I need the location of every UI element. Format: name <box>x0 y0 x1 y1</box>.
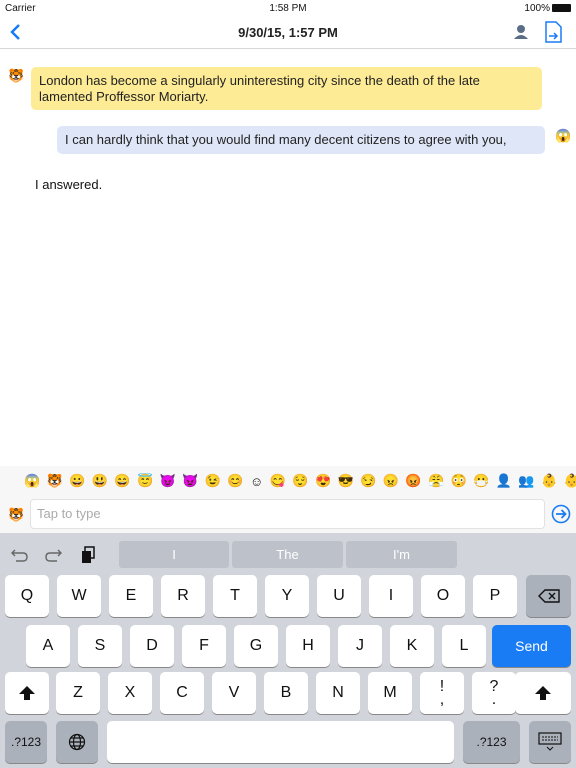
key-v[interactable]: V <box>212 672 256 714</box>
suggestion-1[interactable]: I <box>119 541 229 568</box>
emoji-bar[interactable]: 😱 🐯 😀 😃 😄 😇 😈 👿 😉 😊 ☺ 😋 😌 😍 😎 😏 😠 😡 😤 😳 😷 👤 👥 👶 👶 <box>0 466 576 496</box>
key-a[interactable]: A <box>26 625 70 667</box>
key-y[interactable]: Y <box>265 575 309 617</box>
emoji-item[interactable]: 😱 <box>24 473 40 489</box>
key-u[interactable]: U <box>317 575 361 617</box>
key-s[interactable]: S <box>78 625 122 667</box>
key-w[interactable]: W <box>57 575 101 617</box>
emoji-item[interactable]: 😏 <box>360 473 376 489</box>
key-d[interactable]: D <box>130 625 174 667</box>
message-input[interactable]: Tap to type <box>30 499 545 529</box>
nav-bar: 9/30/15, 1:57 PM <box>0 16 576 49</box>
numbers-key-right[interactable]: .?123 <box>463 721 520 763</box>
message-incoming[interactable]: London has become a singularly uninteres… <box>31 67 542 110</box>
shift-icon <box>19 686 35 700</box>
input-row: 🐯 Tap to type <box>0 496 576 533</box>
emoji-item[interactable]: 👤 <box>496 473 512 489</box>
punct-key[interactable]: ! , <box>420 672 464 714</box>
undo-icon[interactable] <box>10 547 30 563</box>
clock: 1:58 PM <box>269 3 307 14</box>
suggestion-2[interactable]: The <box>232 541 343 568</box>
key-i[interactable]: I <box>369 575 413 617</box>
backspace-key[interactable] <box>526 575 571 617</box>
emoji-item[interactable]: 😉 <box>205 473 221 489</box>
emoji-item[interactable]: 😌 <box>292 473 308 489</box>
send-key[interactable]: Send <box>492 625 571 667</box>
shift-key-right[interactable] <box>515 672 571 714</box>
globe-icon <box>68 733 86 751</box>
emoji-item[interactable]: 👥 <box>518 473 534 489</box>
key-b[interactable]: B <box>264 672 308 714</box>
punct-key[interactable]: ? . <box>472 672 516 714</box>
key-n[interactable]: N <box>316 672 360 714</box>
emoji-item[interactable]: 😈 <box>160 473 176 489</box>
battery-percent: 100% <box>524 3 550 14</box>
emoji-item[interactable]: 😋 <box>270 473 286 489</box>
key-c[interactable]: C <box>160 672 204 714</box>
person-icon[interactable] <box>513 24 529 40</box>
emoji-item[interactable]: 😠 <box>383 473 399 489</box>
key-g[interactable]: G <box>234 625 278 667</box>
emoji-item[interactable]: 😷 <box>473 473 489 489</box>
globe-key[interactable] <box>56 721 98 763</box>
key-o[interactable]: O <box>421 575 465 617</box>
emoji-item[interactable]: 😤 <box>428 473 444 489</box>
key-f[interactable]: F <box>182 625 226 667</box>
keyboard-dismiss-icon <box>538 732 562 751</box>
emoji-item[interactable]: 😊 <box>227 473 243 489</box>
status-bar: Carrier 1:58 PM 100% <box>0 0 576 16</box>
battery-icon <box>552 4 571 12</box>
suggestion-3[interactable]: I'm <box>346 541 457 568</box>
key-l[interactable]: L <box>442 625 486 667</box>
emoji-item[interactable]: 😇 <box>137 473 153 489</box>
key-p[interactable]: P <box>473 575 517 617</box>
sender-avatar: 🐯 <box>8 68 25 83</box>
key-r[interactable]: R <box>161 575 205 617</box>
paste-icon[interactable] <box>80 546 96 564</box>
key-x[interactable]: X <box>108 672 152 714</box>
emoji-item[interactable]: 😳 <box>451 473 467 489</box>
shift-icon <box>535 686 551 700</box>
key-m[interactable]: M <box>368 672 412 714</box>
copy-document-icon[interactable] <box>545 21 562 43</box>
key-q[interactable]: Q <box>5 575 49 617</box>
recipient-avatar: 😱 <box>555 128 572 143</box>
emoji-item[interactable]: 😡 <box>405 473 421 489</box>
emoji-item[interactable]: 😎 <box>338 473 354 489</box>
send-arrow-icon[interactable] <box>551 504 571 524</box>
emoji-item[interactable]: 😃 <box>92 473 108 489</box>
page-title: 9/30/15, 1:57 PM <box>238 25 338 40</box>
space-bar[interactable] <box>107 721 454 763</box>
emoji-item[interactable]: 👿 <box>182 473 198 489</box>
numbers-key-left[interactable]: .?123 <box>5 721 47 763</box>
message-narration[interactable]: I answered. <box>35 177 102 192</box>
input-avatar[interactable]: 🐯 <box>8 507 24 523</box>
emoji-item[interactable]: 😄 <box>114 473 130 489</box>
emoji-item[interactable]: 🐯 <box>47 473 63 489</box>
emoji-item[interactable]: 😍 <box>315 473 331 489</box>
dismiss-keyboard-key[interactable] <box>529 721 571 763</box>
key-k[interactable]: K <box>390 625 434 667</box>
key-z[interactable]: Z <box>56 672 100 714</box>
keyboard: I The I'm Q W E R T Y U I O P A S D F G H J K L Send Z X C V B N M… <box>0 533 576 768</box>
emoji-item[interactable]: ☺ <box>250 474 263 489</box>
emoji-item[interactable]: 😀 <box>69 473 85 489</box>
shift-key-left[interactable] <box>5 672 49 714</box>
redo-icon[interactable] <box>43 547 63 563</box>
emoji-item[interactable]: 👶 <box>564 473 576 489</box>
key-j[interactable]: J <box>338 625 382 667</box>
message-outgoing[interactable]: I can hardly think that you would find m… <box>57 126 545 154</box>
emoji-item[interactable]: 👶 <box>541 473 557 489</box>
backspace-icon <box>537 589 560 603</box>
key-h[interactable]: H <box>286 625 330 667</box>
key-t[interactable]: T <box>213 575 257 617</box>
key-e[interactable]: E <box>109 575 153 617</box>
